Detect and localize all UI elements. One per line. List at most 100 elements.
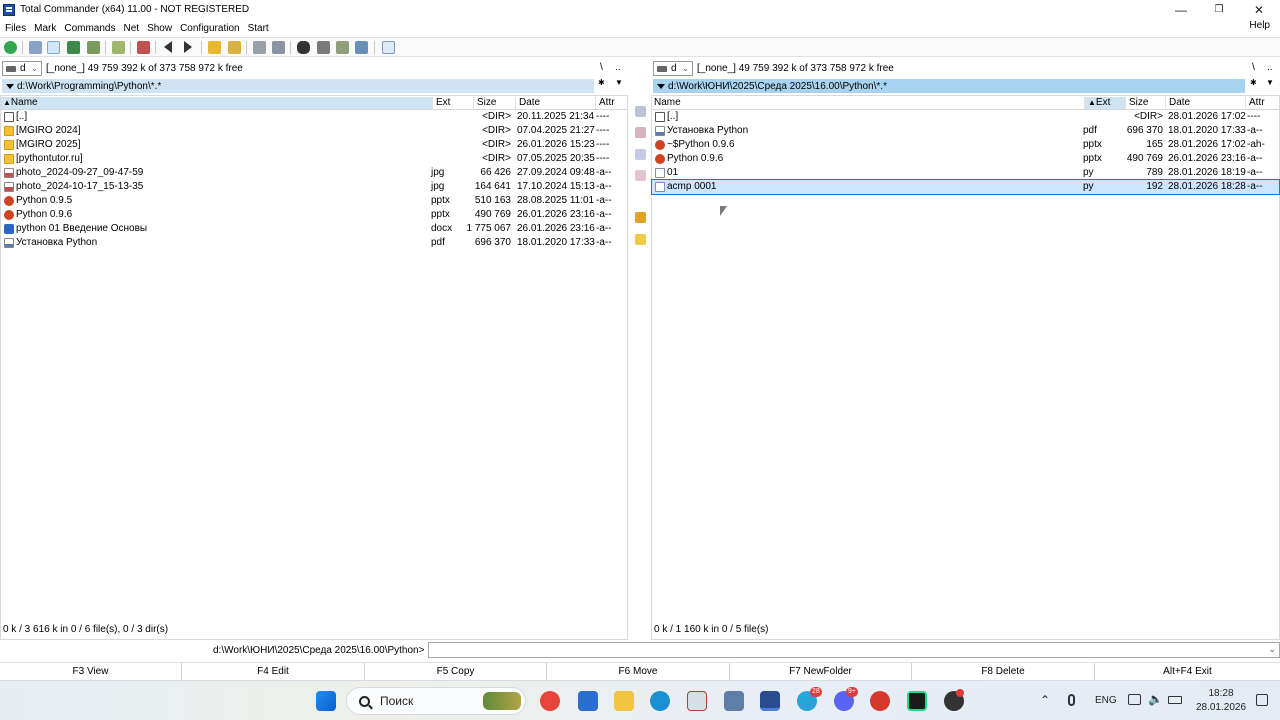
notifications-icon[interactable] [1256,694,1268,706]
ftp-new-connection-icon[interactable] [355,41,368,54]
menu-files[interactable]: Files [0,23,30,34]
microphone-icon[interactable] [1068,694,1075,706]
show-hidden-icons-icon[interactable]: ⌃ [1040,693,1050,707]
file-row[interactable]: photo_2024-10-17_15-13-35 jpg 164 641 17.10… [1,180,627,194]
file-row[interactable]: [pythontutor.ru] <DIR> 07.05.2025 20:35 ---… [1,152,627,166]
left-history-icon[interactable]: ✱ [598,78,605,87]
file-row[interactable]: Установка Python pdf 696 370 18.01.2020 17:… [1,236,627,250]
menu-show[interactable]: Show [143,23,176,34]
left-col-date[interactable]: Date [515,97,595,109]
file-row[interactable]: Python 0.9.5 pptx 510 163 28.08.2025 11:01-… [1,194,627,208]
vertical-bar-copy-icon[interactable] [635,149,646,160]
language-indicator[interactable]: ENG [1095,695,1117,706]
right-col-size[interactable]: Size [1125,97,1165,109]
vertical-bar-new-folder-icon[interactable] [635,234,646,245]
right-drive-selector[interactable]: d ⌄ [653,61,693,76]
file-row[interactable]: Установка Python pdf 696 370 18.01.2020 17:… [652,124,1279,138]
chrome-icon[interactable] [540,691,560,711]
battery-icon[interactable] [1168,696,1182,704]
search-binoculars-icon[interactable] [297,41,310,54]
vertical-bar-delete-icon[interactable] [635,170,646,181]
left-root-button[interactable]: \ [600,62,603,73]
menu-net[interactable]: Net [120,23,144,34]
menu-commands[interactable]: Commands [60,23,119,34]
right-col-name[interactable]: Name [652,97,1084,109]
volume-icon[interactable]: 🔈 [1148,692,1163,706]
brief-view-icon[interactable] [29,41,42,54]
right-root-button[interactable]: \ [1252,62,1255,73]
left-up-button[interactable]: .. [615,62,621,73]
notepad-icon[interactable] [382,41,395,54]
right-col-attr[interactable]: Attr [1245,97,1279,109]
left-hotlist-icon[interactable]: ▼ [615,78,623,87]
full-view-icon[interactable] [47,41,60,54]
file-row[interactable]: [MGIRO 2025] <DIR> 26.01.2026 15:23 ---- [1,138,627,152]
file-explorer-icon[interactable] [614,691,634,711]
right-up-button[interactable]: .. [1267,62,1273,73]
left-path-bar[interactable]: d:\Work\Programming\Python\*.* [2,79,594,93]
file-row[interactable]: python 01 Введение Основы docx 1 775 067 26… [1,222,627,236]
back-arrow-icon[interactable] [164,41,172,53]
file-row[interactable]: Python 0.9.6 pptx 490 769 26.01.2026 23:16-… [652,152,1279,166]
file-row[interactable]: [..] <DIR> 20.11.2025 21:34 ---- [1,110,627,124]
minimize-button[interactable]: — [1162,0,1200,19]
f3-view-button[interactable]: F3 View [0,663,182,681]
file-row[interactable]: Python 0.9.6 pptx 490 769 26.01.2026 23:16-… [1,208,627,222]
left-col-name[interactable]: ▲Name [1,97,432,109]
left-col-attr[interactable]: Attr [595,97,627,109]
right-col-ext[interactable]: ▲Ext [1084,97,1125,109]
f7-newfolder-button[interactable]: F7 NewFolder [730,663,912,681]
f6-move-button[interactable]: F6 Move [547,663,730,681]
network-icon[interactable] [1128,694,1141,705]
left-col-ext[interactable]: Ext [432,97,473,109]
notes-app-icon[interactable] [687,691,707,711]
menu-configuration[interactable]: Configuration [176,23,243,34]
clock-time[interactable]: 18:28 [1196,688,1246,699]
close-button[interactable]: ✕ [1240,0,1278,19]
sync-dirs-icon[interactable] [272,41,285,54]
microsoft-store-icon[interactable] [578,691,598,711]
file-row[interactable]: acmp 0001 py 192 28.01.2026 18:28 -a-- [651,179,1280,195]
taskbar-search-box[interactable]: Поиск [346,687,526,715]
right-col-date[interactable]: Date [1165,97,1245,109]
right-hotlist-icon[interactable]: ▼ [1266,78,1274,87]
right-path-bar[interactable]: d:\Work\ЮНИ\2025\Среда 2025\16.00\Python… [653,79,1245,93]
right-history-icon[interactable]: ✱ [1250,78,1257,87]
thumbnails-view-icon[interactable] [67,41,80,54]
edge-icon[interactable] [650,691,670,711]
vertical-bar-view-icon[interactable] [635,106,646,117]
pack-icon[interactable] [228,41,241,54]
windows-start-icon[interactable] [316,691,336,711]
file-row[interactable]: 01 py 789 28.01.2026 18:19 -a-- [652,166,1279,180]
f5-copy-button[interactable]: F5 Copy [365,663,547,681]
clock-date[interactable]: 28.01.2026 [1190,702,1252,713]
alt-f4-exit-button[interactable]: Alt+F4 Exit [1095,663,1280,681]
left-drive-selector[interactable]: d ⌄ [2,61,42,76]
app-tool-icon[interactable] [724,691,744,711]
ftp-connect-icon[interactable] [336,41,349,54]
tree-view-icon[interactable] [87,41,100,54]
vertical-bar-find-icon[interactable] [635,127,646,138]
file-row[interactable]: ~$Python 0.9.6 pptx 165 28.01.2026 17:02 -ah… [652,138,1279,152]
f4-edit-button[interactable]: F4 Edit [182,663,365,681]
f8-delete-button[interactable]: F8 Delete [912,663,1095,681]
pycharm-icon[interactable] [907,691,927,711]
unpack-icon[interactable] [208,41,221,54]
refresh-icon[interactable] [4,41,17,54]
pack-files-icon[interactable] [137,41,150,54]
menu-start[interactable]: Start [244,23,273,34]
total-commander-taskbar-icon[interactable] [760,691,780,711]
command-line-input[interactable]: ⌄ [428,642,1280,658]
restore-button[interactable]: ❐ [1200,0,1238,19]
file-row[interactable]: [MGIRO 2024] <DIR> 07.04.2025 21:27 ---- [1,124,627,138]
menu-help[interactable]: Help [1245,20,1274,31]
file-row[interactable]: photo_2024-09-27_09-47-59 jpg 66 426 27.09.… [1,166,627,180]
multi-rename-icon[interactable] [317,41,330,54]
file-row[interactable]: [..] <DIR> 28.01.2026 17:02 ---- [652,110,1279,124]
menu-mark[interactable]: Mark [30,23,60,34]
powerpoint-taskbar-icon[interactable] [870,691,890,711]
forward-arrow-icon[interactable] [184,41,192,53]
left-col-size[interactable]: Size [473,97,515,109]
compare-dirs-icon[interactable] [253,41,266,54]
vertical-bar-pack-icon[interactable] [635,212,646,223]
